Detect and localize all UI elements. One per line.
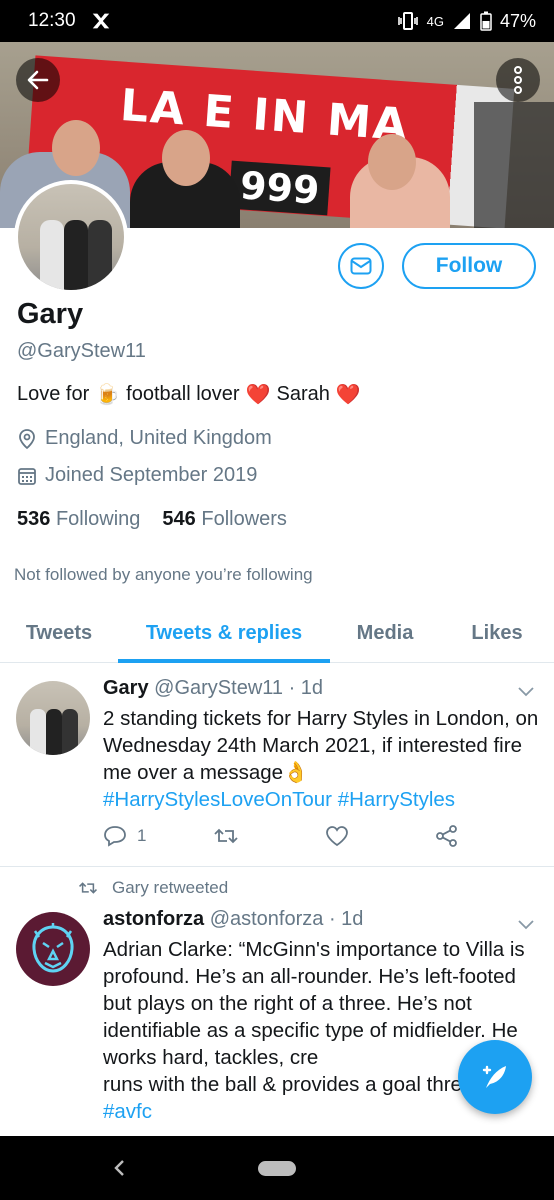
retweeted-label: Gary retweeted <box>78 878 228 898</box>
follow-counts: 536 Following 546 Followers <box>17 508 287 531</box>
chevron-down-icon[interactable] <box>516 681 536 701</box>
profile-avatar[interactable] <box>14 180 128 294</box>
compose-feather-icon <box>482 1065 506 1088</box>
tweet-author[interactable]: Gary <box>103 677 149 699</box>
profile-handle: @GaryStew11 <box>17 340 146 362</box>
profile-joined: Joined September 2019 <box>17 464 257 487</box>
bio-text: Sarah <box>276 383 330 405</box>
tweet-hashtags[interactable]: #HarryStylesLoveOnTour #HarryStyles <box>103 788 455 811</box>
chevron-down-icon[interactable] <box>516 914 536 934</box>
tab-likes[interactable]: Likes <box>440 605 554 662</box>
more-options-button[interactable] <box>496 58 540 102</box>
more-vertical-icon <box>514 66 522 94</box>
tab-tweets-and-replies[interactable]: Tweets & replies <box>118 605 330 663</box>
bio-text: football lover <box>126 383 240 405</box>
location-pin-icon <box>19 428 35 449</box>
profile-bio: Love for 🍺 football lover ❤️ Sarah ❤️ <box>17 382 361 407</box>
network-type: 4G <box>426 13 444 29</box>
signal-icon <box>453 13 470 29</box>
compose-tweet-button[interactable] <box>458 1040 532 1114</box>
tab-tweets[interactable]: Tweets <box>0 605 118 662</box>
retweet-icon <box>214 828 238 844</box>
profile-location: England, United Kingdom <box>17 427 272 450</box>
follow-button[interactable]: Follow <box>402 243 536 289</box>
status-time: 12:30 <box>28 10 76 31</box>
battery-icon <box>480 11 492 31</box>
lion-logo-icon <box>32 923 74 973</box>
status-bar: 12:30 4G 47% <box>0 0 554 42</box>
message-button[interactable] <box>338 243 384 289</box>
bio-text: Love for <box>17 383 90 405</box>
share-button[interactable] <box>435 825 459 847</box>
retweet-icon <box>78 882 98 894</box>
notification-icon <box>92 13 109 29</box>
back-button[interactable] <box>16 58 60 102</box>
tweet-handle: @astonforza <box>209 908 324 930</box>
tweet-text: 2 standing tickets for Harry Styles in L… <box>103 705 543 813</box>
reply-button[interactable]: 1 <box>103 825 213 847</box>
share-icon <box>436 825 457 847</box>
heart-emoji-icon: ❤️ <box>335 384 361 406</box>
system-nav-bar <box>0 1136 554 1200</box>
vibrate-icon <box>397 12 418 30</box>
not-followed-note: Not followed by anyone you’re following <box>14 565 313 584</box>
tweet-text-content: Adrian Clarke: “McGinn's importance to V… <box>103 938 525 1069</box>
tab-media[interactable]: Media <box>330 605 440 662</box>
following-label: Following <box>55 508 141 530</box>
following-count: 536 <box>17 508 51 530</box>
followers-label: Followers <box>201 508 287 530</box>
arrow-left-icon <box>27 70 49 90</box>
followers-link[interactable]: 546 Followers <box>162 508 287 531</box>
tweet-header: astonforza @astonforza · 1d <box>103 908 363 931</box>
profile-tabs: Tweets Tweets & replies Media Likes <box>0 605 554 663</box>
tweet-header: Gary @GaryStew11 · 1d <box>103 677 323 700</box>
retweeted-by-text: Gary retweeted <box>112 878 229 897</box>
calendar-icon <box>18 467 36 485</box>
like-button[interactable] <box>325 825 435 847</box>
heart-icon <box>326 826 348 847</box>
followers-count: 546 <box>162 508 196 530</box>
tweet-hashtag[interactable]: #avfc <box>103 1100 152 1123</box>
banner-person-head <box>52 120 100 176</box>
tweet-avatar[interactable] <box>16 681 90 755</box>
heart-emoji-icon: ❤️ <box>245 384 271 406</box>
banner-person-head <box>162 130 210 186</box>
tweet-handle: @GaryStew11 <box>154 677 284 699</box>
tweet-time: · 1d <box>288 677 324 699</box>
tweet-avatar[interactable] <box>16 912 90 986</box>
profile-name: Gary <box>17 298 84 330</box>
battery-percent: 47% <box>499 10 536 31</box>
joined-text: Joined September 2019 <box>45 464 258 486</box>
envelope-icon <box>350 257 372 275</box>
tweet-author[interactable]: astonforza <box>103 908 204 930</box>
following-link[interactable]: 536 Following <box>17 508 140 531</box>
nav-back-icon[interactable] <box>112 1158 126 1178</box>
nav-home-pill[interactable] <box>258 1161 296 1176</box>
banner-crowd <box>474 102 554 228</box>
tweet-text-content: 2 standing tickets for Harry Styles in L… <box>103 707 539 784</box>
retweet-button[interactable] <box>213 826 325 846</box>
tweet[interactable]: Gary @GaryStew11 · 1d 2 standing tickets… <box>0 665 554 867</box>
location-text: England, United Kingdom <box>45 427 272 449</box>
reply-count: 1 <box>137 826 147 845</box>
beer-emoji-icon: 🍺 <box>95 384 121 406</box>
banner-flag-number: 999 <box>228 160 331 216</box>
tweet-actions: 1 <box>103 825 483 847</box>
tweet-time: · 1d <box>328 908 364 930</box>
banner-person-head <box>368 134 416 190</box>
reply-icon <box>104 826 126 847</box>
